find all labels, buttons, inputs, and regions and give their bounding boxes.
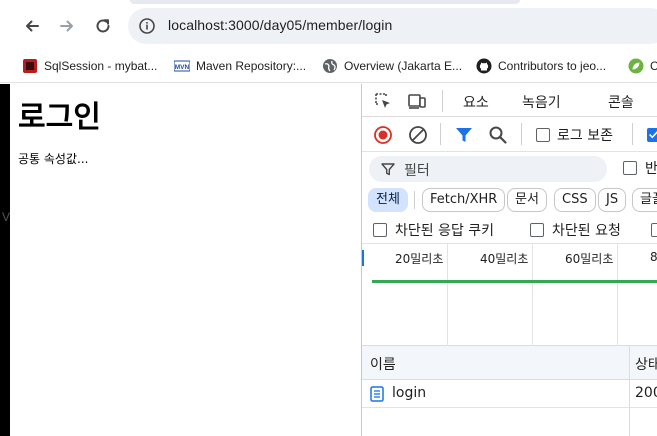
timeline-gridline	[532, 244, 533, 346]
invert-label: 반	[645, 161, 657, 177]
tab-recorder[interactable]: 녹음기	[522, 92, 561, 112]
type-doc-chip[interactable]: 문서	[507, 188, 547, 212]
page-title: 로그인	[18, 100, 101, 135]
bookmark-label: Maven Repository:...	[196, 59, 307, 73]
page-left-edge	[0, 84, 10, 436]
request-name: login	[392, 385, 427, 401]
resource-type-filters: 전체 Fetch/XHR 문서 CSS JS 글꼴	[362, 186, 657, 216]
disable-cache-checkbox[interactable]	[647, 128, 657, 142]
page-viewport: 로그인 공통 속성값...	[0, 84, 361, 436]
search-icon[interactable]	[488, 125, 508, 145]
device-toolbar-icon[interactable]	[407, 91, 427, 111]
filter-funnel-icon[interactable]	[454, 125, 474, 145]
mybatis-icon	[22, 58, 38, 74]
invert-checkbox[interactable]	[623, 161, 637, 175]
edge-letter: V	[2, 210, 11, 224]
devtools-panel: 요소 녹음기 콘솔 로그 보존 필터 반 전체 Fetch/XHR 문서 CSS…	[361, 84, 657, 436]
site-info-icon[interactable]	[138, 17, 156, 35]
bookmark-leaf[interactable]: C	[628, 55, 657, 77]
divider	[414, 191, 415, 209]
divider	[632, 123, 633, 145]
bookmark-label: C	[650, 59, 657, 73]
bookmark-contributors[interactable]: Contributors to jeo...	[476, 55, 606, 77]
blocked-cookies-label: 차단된 응답 쿠키	[395, 223, 495, 239]
bookmarks-bar: SqlSession - mybat... MVN Maven Reposito…	[0, 50, 657, 83]
blocked-requests-checkbox[interactable]	[530, 223, 544, 237]
timeline-overview[interactable]: 20밀리초 40밀리초 60밀리초 8	[362, 244, 657, 346]
blocked-filters: 차단된 응답 쿠키 차단된 요청	[362, 216, 657, 244]
network-controls: 로그 보존	[362, 117, 657, 152]
preserve-log-label: 로그 보존	[557, 128, 613, 144]
forward-button[interactable]	[53, 12, 81, 40]
third-party-checkbox[interactable]	[651, 223, 657, 237]
type-font-chip[interactable]: 글꼴	[632, 188, 657, 212]
divider	[521, 123, 522, 145]
bookmark-label: Contributors to jeo...	[498, 59, 607, 73]
divider	[442, 90, 443, 112]
bookmark-sqlsession[interactable]: SqlSession - mybat...	[22, 55, 157, 77]
browser-toolbar: localhost:3000/day05/member/login	[0, 0, 657, 50]
forward-arrow-icon	[60, 20, 73, 32]
type-js-chip[interactable]: JS	[598, 188, 627, 212]
timeline-gridline	[447, 244, 448, 346]
timeline-label: 40밀리초	[480, 252, 529, 266]
filter-funnel-icon	[381, 163, 395, 176]
request-status: 200	[635, 385, 657, 401]
page-text: 공통 속성값...	[18, 152, 89, 166]
timeline-label: 60밀리초	[565, 252, 614, 266]
devtools-tab-bar: 요소 녹음기 콘솔	[362, 84, 657, 117]
record-stop-icon[interactable]	[373, 125, 393, 145]
reload-icon	[96, 19, 110, 33]
url-text: localhost:3000/day05/member/login	[168, 17, 393, 33]
bookmark-maven[interactable]: MVN Maven Repository:...	[174, 55, 306, 77]
bookmark-jakarta[interactable]: Overview (Jakarta E...	[322, 55, 462, 77]
requests-table-header: 이름 상태	[362, 346, 657, 380]
back-button[interactable]	[18, 12, 46, 40]
blocked-cookies-checkbox[interactable]	[373, 223, 387, 237]
timeline-handle[interactable]	[362, 250, 364, 266]
active-tab-edge	[130, 0, 520, 4]
timeline-gridline	[617, 244, 618, 346]
preserve-log-checkbox[interactable]	[536, 128, 550, 142]
github-icon	[476, 58, 492, 74]
maven-icon: MVN	[174, 58, 190, 74]
type-all-chip[interactable]: 전체	[368, 188, 408, 212]
reload-button[interactable]	[89, 12, 117, 40]
timeline-label: 20밀리초	[395, 252, 444, 266]
filter-input[interactable]: 필터	[369, 156, 607, 182]
green-leaf-icon	[628, 58, 644, 74]
back-arrow-icon	[26, 20, 39, 32]
inspect-element-icon[interactable]	[373, 91, 393, 111]
globe-icon	[322, 58, 338, 74]
svg-text:MVN: MVN	[175, 64, 190, 71]
timeline-label: 8	[650, 250, 657, 264]
column-status-header[interactable]: 상태	[635, 354, 657, 374]
clear-icon[interactable]	[408, 125, 428, 145]
tab-elements[interactable]: 요소	[463, 92, 489, 112]
timeline-request-bar	[372, 280, 657, 283]
bookmark-label: SqlSession - mybat...	[44, 59, 158, 73]
column-separator[interactable]	[629, 346, 630, 436]
type-css-chip[interactable]: CSS	[554, 188, 596, 212]
address-bar[interactable]: localhost:3000/day05/member/login	[128, 8, 657, 44]
filter-row: 필터 반	[362, 152, 657, 186]
type-fetch-xhr-chip[interactable]: Fetch/XHR	[422, 188, 506, 212]
divider	[440, 123, 441, 145]
tab-console[interactable]: 콘솔	[608, 92, 634, 112]
column-name-header[interactable]: 이름	[370, 354, 396, 374]
blocked-requests-label: 차단된 요청	[552, 223, 621, 239]
document-icon	[370, 386, 384, 402]
bookmark-label: Overview (Jakarta E...	[344, 59, 463, 73]
filter-placeholder: 필터	[404, 163, 430, 179]
table-row[interactable]: login 200	[362, 380, 657, 408]
